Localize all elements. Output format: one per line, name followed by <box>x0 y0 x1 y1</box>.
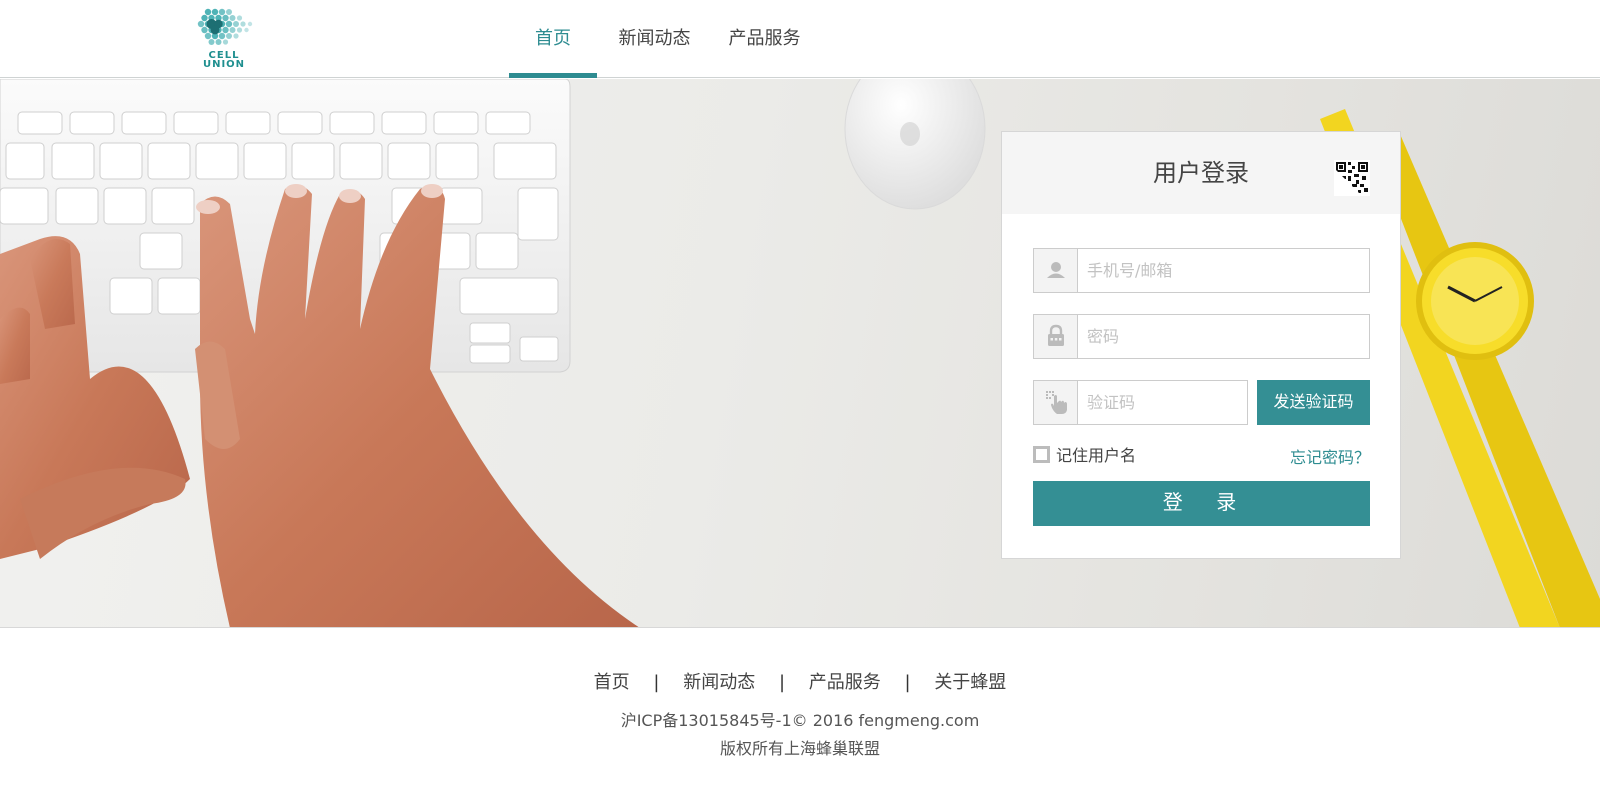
copyright-text: 版权所有上海蜂巢联盟 <box>719 739 880 758</box>
nav-item-products-label: 产品服务 <box>728 28 801 49</box>
lock-icon <box>1048 324 1064 346</box>
logo-hexagon-icon <box>197 8 253 45</box>
remember-checkbox[interactable] <box>1033 445 1050 463</box>
nav-item-home[interactable]: 首页 <box>509 0 597 78</box>
send-code-button[interactable]: 发送验证码 <box>1257 380 1370 425</box>
footer-separator: | <box>778 672 786 693</box>
forgot-password-link[interactable]: 忘记密码？ <box>1290 444 1370 468</box>
cell-union-logo[interactable]: CELL UNION <box>196 6 256 74</box>
footer-link-home[interactable]: 首页 <box>594 668 630 694</box>
lock-icon-box <box>1034 315 1078 358</box>
nav-item-news[interactable]: 新闻动态 <box>607 0 702 78</box>
password-input[interactable] <box>1087 315 1357 358</box>
login-button[interactable]: 登 录 <box>1033 481 1370 526</box>
user-icon-box <box>1034 249 1078 292</box>
user-icon <box>1047 262 1065 278</box>
verification-code-field[interactable] <box>1033 380 1248 425</box>
remember-label: 记住用户名 <box>1056 446 1137 465</box>
username-input[interactable] <box>1087 249 1357 292</box>
footer-nav: 首页 | 新闻动态 | 产品服务 | 关于蜂盟 <box>0 668 1600 694</box>
username-field[interactable] <box>1033 248 1370 293</box>
login-card-header: 用户登录 <box>1002 132 1400 214</box>
login-card: 用户登录 手机号/邮箱 验证码 发送验证码 记住用户名 忘记密码？ 登 录 <box>1001 131 1401 559</box>
nav-item-products[interactable]: 产品服务 <box>717 0 812 78</box>
main-nav: 首页 新闻动态 产品服务 <box>509 0 812 78</box>
nav-item-home-label: 首页 <box>535 28 571 49</box>
footer-link-news[interactable]: 新闻动态 <box>683 668 755 694</box>
verification-code-input[interactable] <box>1087 381 1237 424</box>
hero-banner: 用户登录 手机号/邮箱 验证码 发送验证码 记住用户名 忘记密码？ 登 录 <box>0 79 1600 628</box>
footer-separator: | <box>904 672 911 693</box>
nav-active-indicator <box>509 73 597 78</box>
logo-text: CELL UNION <box>196 51 252 70</box>
nav-item-news-label: 新闻动态 <box>618 28 691 49</box>
footer-link-about[interactable]: 关于蜂盟 <box>934 668 1006 694</box>
footer-link-products[interactable]: 产品服务 <box>809 668 881 694</box>
pointer-icon-box <box>1034 381 1078 424</box>
icp-license: 沪ICP备13015845号-1© 2016 fengmeng.com <box>620 711 980 730</box>
logo-text-line2: UNION <box>202 59 246 70</box>
footer-separator: | <box>653 672 660 693</box>
remember-username[interactable]: 记住用户名 <box>1033 444 1137 465</box>
pointer-icon <box>1046 391 1067 414</box>
password-field[interactable] <box>1033 314 1370 359</box>
qrcode-icon[interactable] <box>1334 160 1370 196</box>
site-header: CELL UNION 首页 新闻动态 产品服务 <box>0 0 1600 78</box>
